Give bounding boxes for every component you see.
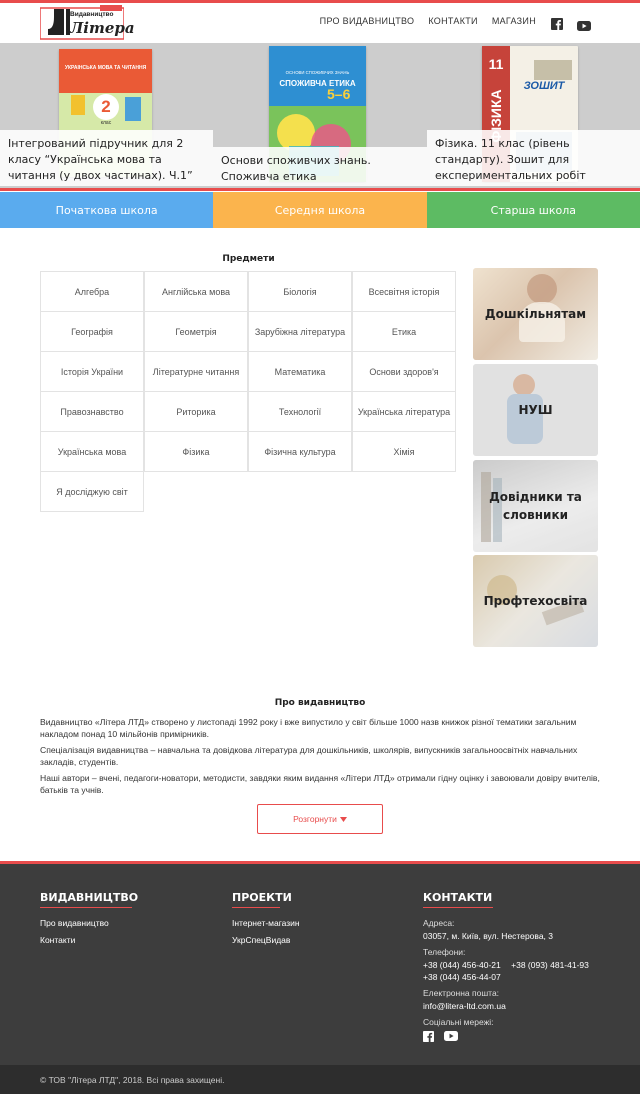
- about-paragraph: Наші автори – вчені, педагоги-новатори, …: [40, 773, 600, 795]
- subject-mathematics[interactable]: Математика: [248, 351, 352, 392]
- subject-physical-education[interactable]: Фізична культура: [248, 431, 352, 472]
- email-link[interactable]: info@litera-ltd.com.ua: [423, 1001, 589, 1011]
- cover-title: УКРАЇНСЬКА МОВА ТА ЧИТАННЯ: [64, 65, 147, 71]
- subject-algebra[interactable]: Алгебра: [40, 271, 144, 312]
- address-label: Адреса:: [423, 918, 455, 928]
- subject-literary-reading[interactable]: Літературне читання: [144, 351, 248, 392]
- footer-link-ukrspetsvydav[interactable]: УкрСпецВидав: [232, 935, 300, 945]
- category-vocational[interactable]: Профтехосвіта: [473, 555, 598, 647]
- phone-1[interactable]: +38 (044) 456-40-21: [423, 960, 501, 970]
- footer-link-contacts[interactable]: Контакти: [40, 935, 138, 945]
- youtube-icon[interactable]: [444, 1031, 458, 1041]
- subject-ukrainian-language[interactable]: Українська мова: [40, 431, 144, 472]
- category-reference-books[interactable]: Довідники та словники: [473, 460, 598, 552]
- slide-caption-3[interactable]: Фізика. 11 клас (рівень стандарту). Зоши…: [427, 130, 640, 186]
- subject-law[interactable]: Правознавство: [40, 391, 144, 432]
- subject-foreign-literature[interactable]: Зарубіжна література: [248, 311, 352, 352]
- logo-title: Літера: [70, 19, 135, 37]
- about-title: Про видавництво: [274, 698, 366, 708]
- email-label: Електронна пошта:: [423, 988, 500, 998]
- school-level-tabs: Початкова школа Середня школа Старша шко…: [0, 192, 640, 228]
- expand-button[interactable]: Розгорнути: [257, 804, 383, 834]
- subject-health-basics[interactable]: Основи здоров'я: [352, 351, 456, 392]
- subject-geometry[interactable]: Геометрія: [144, 311, 248, 352]
- footer-social: [423, 1031, 589, 1042]
- cover-title: ЗОШИТ: [523, 80, 565, 92]
- site-logo[interactable]: Видавництво Літера: [39, 5, 135, 41]
- facebook-icon[interactable]: [423, 1031, 434, 1042]
- subject-i-explore-the-world[interactable]: Я досліджую світ: [40, 471, 144, 512]
- phone-line: +38 (044) 456-40-21 +38 (093) 481-41-93: [423, 960, 589, 970]
- site-header: Видавництво Літера Про видавництво Конта…: [0, 3, 640, 43]
- tab-high-school[interactable]: Старша школа: [426, 192, 640, 228]
- subject-biology[interactable]: Біологія: [248, 271, 352, 312]
- subject-rhetoric[interactable]: Риторика: [144, 391, 248, 432]
- about-paragraph: Спеціалізація видавництва – навчальна та…: [40, 745, 578, 767]
- subject-physics[interactable]: Фізика: [144, 431, 248, 472]
- footer-heading: Проекти: [232, 891, 292, 904]
- category-preschool[interactable]: Дошкільнятам: [473, 268, 598, 360]
- slide-caption-1[interactable]: Інтегрований підручник для 2 класу “Укра…: [0, 130, 213, 186]
- phone-3[interactable]: +38 (044) 456-44-07: [423, 972, 589, 982]
- tab-primary-school[interactable]: Початкова школа: [0, 192, 214, 228]
- phones-label: Телефони:: [423, 947, 466, 957]
- cover-grade-word: клас: [100, 120, 112, 126]
- footer-heading: Видавництво: [40, 891, 139, 904]
- footer-heading: Контакти: [423, 891, 493, 904]
- caret-down-icon: [339, 816, 347, 822]
- subject-ukrainian-literature[interactable]: Українська література: [352, 391, 456, 432]
- featured-books-carousel[interactable]: УКРАЇНСЬКА МОВА ТА ЧИТАННЯ 2 клас ОСНОВИ…: [0, 43, 640, 191]
- copyright-bar: © ТОВ "Літера ЛТД", 2018. Всі права захи…: [0, 1065, 640, 1094]
- nav-about[interactable]: Про видавництво: [320, 16, 415, 26]
- footer-col-publisher: Видавництво Про видавництво Контакти: [40, 891, 138, 952]
- address-value: 03057, м. Київ, вул. Нестерова, 3: [423, 931, 553, 941]
- subject-ethics[interactable]: Етика: [352, 311, 456, 352]
- nav-contacts[interactable]: Контакти: [428, 16, 477, 26]
- nav-shop[interactable]: Магазин: [492, 16, 536, 26]
- social-label: Соціальні мережі:: [423, 1017, 494, 1027]
- footer-heading-underline: [232, 907, 280, 908]
- category-nush[interactable]: НУШ: [473, 364, 598, 456]
- youtube-icon[interactable]: [577, 18, 591, 31]
- subjects-title: Предмети: [222, 254, 275, 264]
- footer-col-contacts: Контакти Адреса: 03057, м. Київ, вул. Не…: [423, 891, 589, 1042]
- about-text: Видавництво «Літера ЛТД» створено у лист…: [40, 716, 600, 800]
- footer-col-projects: Проекти Інтернет-магазин УкрСпецВидав: [232, 891, 300, 952]
- subject-english[interactable]: Англійська мова: [144, 271, 248, 312]
- category-label: Профтехосвіта: [483, 594, 588, 608]
- cover-top: ОСНОВИ СПОЖИВЧИХ ЗНАНЬ: [285, 70, 350, 75]
- category-label: НУШ: [518, 403, 553, 417]
- subject-history-of-ukraine[interactable]: Історія України: [40, 351, 144, 392]
- main-nav: Про видавництво Контакти Магазин: [320, 16, 536, 26]
- category-label: Дошкільнятам: [484, 307, 587, 321]
- subject-geography[interactable]: Географія: [40, 311, 144, 352]
- footer-link-about[interactable]: Про видавництво: [40, 918, 138, 928]
- site-footer: Видавництво Про видавництво Контакти Про…: [0, 864, 640, 1065]
- subject-chemistry[interactable]: Хімія: [352, 431, 456, 472]
- cover-grade-number: 2: [93, 94, 119, 120]
- phone-2[interactable]: +38 (093) 481-41-93: [511, 960, 589, 970]
- cover-grade-number: 11: [488, 56, 504, 72]
- footer-heading-underline: [423, 907, 493, 908]
- subject-world-history[interactable]: Всесвітня історія: [352, 271, 456, 312]
- footer-heading-underline: [40, 907, 132, 908]
- tab-middle-school[interactable]: Середня школа: [213, 192, 427, 228]
- footer-link-online-shop[interactable]: Інтернет-магазин: [232, 918, 300, 928]
- expand-label: Розгорнути: [293, 814, 337, 824]
- carousel-divider: [0, 188, 640, 191]
- logo-subtitle: Видавництво: [70, 11, 114, 18]
- cover-grade-number: 5–6: [327, 86, 351, 102]
- subject-technologies[interactable]: Технології: [248, 391, 352, 432]
- about-paragraph: Видавництво «Літера ЛТД» створено у лист…: [40, 717, 577, 739]
- slide-caption-2[interactable]: Основи споживчих знань. Споживча етика: [213, 147, 427, 186]
- facebook-icon[interactable]: [551, 17, 563, 30]
- category-label: Довідники та словники: [489, 490, 582, 522]
